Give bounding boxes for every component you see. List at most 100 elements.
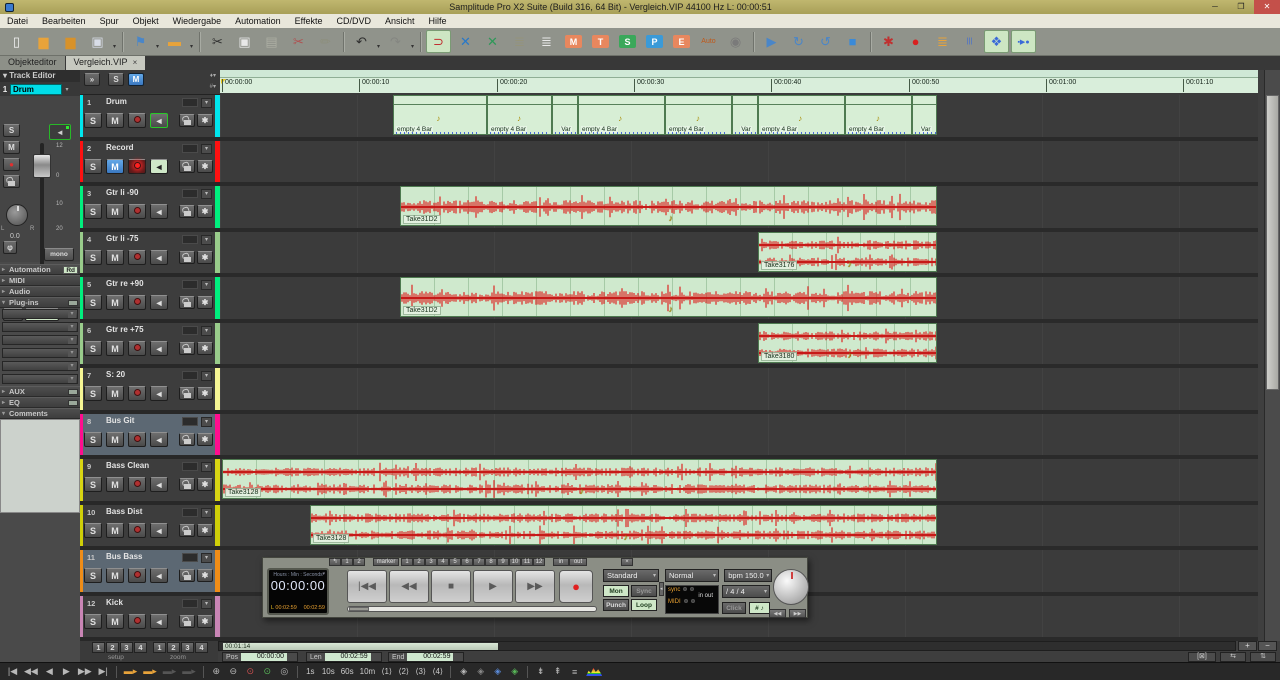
len-value[interactable]: 00:02:59	[325, 653, 371, 661]
track-mute-button[interactable]: M	[106, 614, 124, 629]
play-cursor-icon[interactable]: ▶	[759, 30, 784, 53]
section-audio[interactable]: ▸Audio	[0, 286, 80, 297]
track-collapse-icon[interactable]: ▾	[201, 553, 212, 563]
track-solo-button[interactable]: S	[84, 159, 102, 174]
audio-clip[interactable]: ♪Take3176	[758, 232, 937, 272]
section-eq[interactable]: ▸EQ	[0, 397, 80, 408]
zoom-preset-1[interactable]: ⟨1⟩	[379, 665, 394, 679]
plugin-slot[interactable]	[0, 360, 80, 373]
audio-clip[interactable]: ♪Take3180	[758, 323, 937, 363]
track-solo-button[interactable]: S	[84, 386, 102, 401]
marker-8[interactable]: 8	[485, 558, 497, 566]
track-solo-button[interactable]: S	[84, 113, 102, 128]
draw-volume-icon[interactable]: ▬	[162, 30, 187, 53]
zoom-60s-button[interactable]: 60s	[339, 665, 356, 679]
track-collapse-icon[interactable]: ▾	[201, 98, 212, 108]
track-mute-button[interactable]: M	[106, 477, 124, 492]
track-solo-button[interactable]: S	[84, 250, 102, 265]
marker-10[interactable]: 10	[509, 558, 521, 566]
save-icon[interactable]: ▣	[85, 30, 110, 53]
horizontal-scrollbar[interactable]: 00:01:14	[218, 641, 1236, 651]
track-settings-icon[interactable]: ✱	[197, 296, 213, 309]
track-monitor-button[interactable]: ◄	[150, 477, 168, 492]
midi-clip[interactable]: ♪empty 4 Bar	[578, 95, 665, 135]
transport-close-icon[interactable]: ×	[621, 558, 633, 566]
record-options-icon[interactable]: ✱	[876, 30, 901, 53]
track-solo-button[interactable]: S	[84, 432, 102, 447]
punch-out-button[interactable]: out	[569, 558, 587, 566]
track-settings-icon[interactable]: ✱	[197, 251, 213, 264]
track-header-4[interactable]: 4Gtr li -75▾SM◄✱	[80, 232, 220, 278]
track-settings-icon[interactable]: ✱	[197, 615, 213, 628]
open-folder-icon[interactable]: ▆	[31, 30, 56, 53]
zoom-10m-button[interactable]: 10m	[358, 665, 378, 679]
marker-6[interactable]: 6	[461, 558, 473, 566]
track-lane-4[interactable]	[220, 232, 1258, 278]
editor-monitor-button[interactable]: ◄	[49, 124, 71, 140]
record-icon[interactable]: ●	[903, 30, 928, 53]
track-mute-button[interactable]: M	[106, 568, 124, 583]
track-monitor-button[interactable]: ◄	[150, 523, 168, 538]
midi-clip[interactable]: Var	[912, 95, 937, 135]
track-header-2[interactable]: 2Record▾SM◄✱	[80, 141, 220, 187]
monitor-icon[interactable]: ▪▶●	[1011, 30, 1036, 53]
record-mode-select[interactable]: Normal	[665, 569, 719, 582]
track-collapse-icon[interactable]: ▾	[201, 508, 212, 518]
maximize-button[interactable]: ❐	[1228, 0, 1254, 14]
wave-zoom-down-icon[interactable]: ⇟	[533, 665, 548, 679]
track-lane-8[interactable]	[220, 414, 1258, 460]
plugin-slot[interactable]	[0, 308, 80, 321]
track-lock-button[interactable]	[179, 296, 195, 309]
marker-7[interactable]: 7	[473, 558, 485, 566]
menu-automation[interactable]: Automation	[228, 16, 288, 26]
midi-clip[interactable]: ♪empty 4 Bar	[665, 95, 732, 135]
track-monitor-button[interactable]: ◄	[150, 250, 168, 265]
plugin-slot[interactable]	[0, 373, 80, 386]
comments-box[interactable]	[0, 419, 80, 513]
crossfade-icon[interactable]: ✕	[453, 30, 478, 53]
section-aux[interactable]: ▸AUX	[0, 386, 80, 397]
track-solo-button[interactable]: S	[84, 295, 102, 310]
loop-toggle[interactable]: Loop	[631, 599, 657, 611]
menu-objekt[interactable]: Objekt	[126, 16, 166, 26]
track-settings-icon[interactable]: ✱	[197, 160, 213, 173]
track-lock-button[interactable]	[179, 478, 195, 491]
menu-cddvd[interactable]: CD/DVD	[330, 16, 379, 26]
track-header-6[interactable]: 6Gtr re +75▾SM◄✱	[80, 323, 220, 369]
monitor-volume-knob[interactable]	[773, 569, 809, 605]
marker-strip[interactable]	[220, 70, 1258, 78]
cd-icon[interactable]: ◉	[723, 30, 748, 53]
range-recall-icon[interactable]: ▬▸	[141, 665, 159, 679]
track-record-button[interactable]	[128, 250, 146, 265]
plugin-slot[interactable]	[0, 347, 80, 360]
marker-5[interactable]: 5	[449, 558, 461, 566]
pen-icon[interactable]: ✏	[313, 30, 338, 53]
audio-clip[interactable]: ♪Take3128	[310, 505, 937, 545]
all-mute-button[interactable]: M	[128, 73, 144, 86]
track-monitor-button[interactable]: ◄	[150, 614, 168, 629]
zoom-preset-3[interactable]: 3	[181, 642, 194, 653]
zoom-preset-1[interactable]: 1	[153, 642, 166, 653]
fade-dim-icon[interactable]: ≣	[507, 30, 532, 53]
all-solo-button[interactable]: S	[108, 73, 124, 86]
header-options-icon[interactable]: ♦▾	[210, 72, 216, 79]
track-lock-button[interactable]	[179, 569, 195, 582]
menu-wiedergabe[interactable]: Wiedergabe	[166, 16, 229, 26]
track-settings-icon[interactable]: ✱	[197, 387, 213, 400]
dropdown-caret-icon[interactable]: ▾	[111, 30, 118, 53]
fast-fwd-icon[interactable]: ▶▶	[76, 665, 94, 679]
zoom-plus-button[interactable]: +	[1238, 641, 1257, 651]
object-fade-icon[interactable]: ≣	[534, 30, 559, 53]
tab-vergleich-vip[interactable]: Vergleich.VIP×	[66, 56, 146, 70]
header-grid-icon[interactable]: #▾	[210, 83, 216, 90]
track-collapse-icon[interactable]: ▾	[201, 144, 212, 154]
track-record-button[interactable]	[128, 159, 146, 174]
track-lane-6[interactable]	[220, 323, 1258, 369]
track-mute-button[interactable]: M	[106, 295, 124, 310]
section-midi[interactable]: ▸MIDI	[0, 275, 80, 286]
zoom-10s-button[interactable]: 10s	[320, 665, 337, 679]
track-header-3[interactable]: 3Gtr li -90▾SM◄✱	[80, 186, 220, 232]
menu-bearbeiten[interactable]: Bearbeiten	[35, 16, 93, 26]
track-monitor-button[interactable]: ◄	[150, 432, 168, 447]
stop-icon[interactable]: ■	[840, 30, 865, 53]
